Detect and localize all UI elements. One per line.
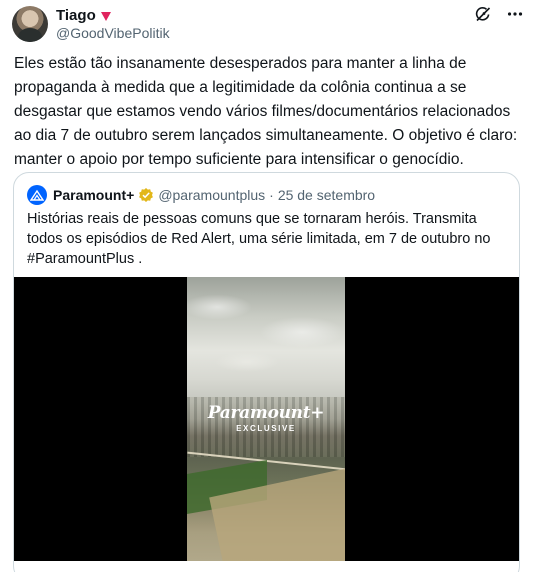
quoted-separator: ·: [269, 187, 274, 203]
quoted-media[interactable]: Paramount+ EXCLUSIVE: [14, 277, 519, 561]
quoted-tweet[interactable]: Paramount+ @paramountplus · 25 de setemb…: [13, 172, 520, 572]
red-heart-icon: [100, 9, 112, 21]
quoted-date[interactable]: 25 de setembro: [278, 187, 375, 203]
avatar[interactable]: [12, 6, 48, 42]
quoted-handle[interactable]: @paramountplus: [158, 187, 265, 203]
grok-icon[interactable]: [473, 4, 493, 24]
verified-gold-badge-icon: [138, 187, 154, 203]
paramount-logo-icon[interactable]: [27, 185, 47, 205]
quoted-tweet-header: Paramount+ @paramountplus · 25 de setemb…: [27, 185, 375, 205]
quoted-text: Histórias reais de pessoas comuns que se…: [27, 211, 491, 267]
tweet: Tiago @GoodVibePolitik Eles estão tão in…: [0, 0, 539, 572]
more-options-icon[interactable]: [505, 4, 525, 24]
video-sky: [187, 277, 345, 397]
author-handle[interactable]: @GoodVibePolitik: [56, 25, 170, 41]
video-overlay-brand: Paramount+: [207, 403, 325, 423]
author-name-row: Tiago: [56, 6, 112, 24]
video-player[interactable]: Paramount+ EXCLUSIVE: [187, 277, 345, 561]
video-overlay-logo: Paramount+ EXCLUSIVE: [187, 403, 345, 433]
author-display-name[interactable]: Tiago: [56, 7, 96, 24]
tweet-text: Eles estão tão insanamente desesperados …: [14, 55, 522, 168]
quoted-display-name[interactable]: Paramount+: [53, 187, 134, 203]
tweet-top-actions: [473, 4, 525, 24]
video-overlay-label: EXCLUSIVE: [236, 424, 296, 433]
